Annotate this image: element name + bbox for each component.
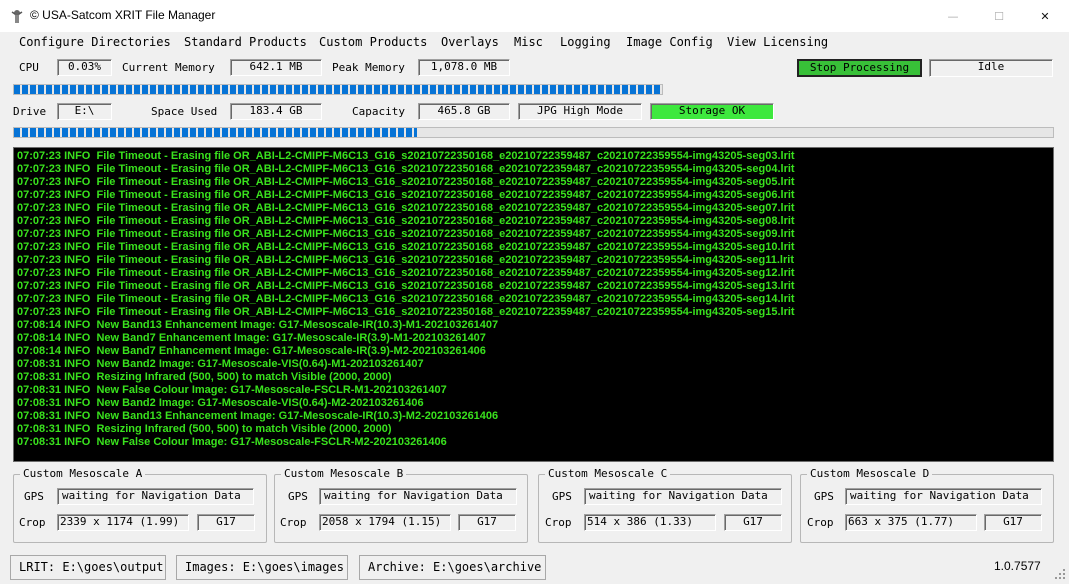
app-satellite-icon [11, 10, 23, 23]
log-line: 07:07:23 INFO File Timeout - Erasing fil… [17, 267, 795, 279]
log-line: 07:07:23 INFO File Timeout - Erasing fil… [17, 215, 795, 227]
minimize-button[interactable]: — [930, 0, 976, 32]
menu-custom-products[interactable]: Custom Products [319, 35, 427, 49]
menu-image-config[interactable]: Image Config [626, 35, 713, 49]
mesoscale-d-title: Custom Mesoscale D [807, 467, 933, 480]
menu-overlays[interactable]: Overlays [441, 35, 499, 49]
log-line: 07:08:14 INFO New Band7 Enhancement Imag… [17, 345, 486, 357]
maximize-icon: ☐ [994, 9, 1004, 23]
log-line: 07:07:23 INFO File Timeout - Erasing fil… [17, 293, 795, 305]
resize-grip-icon[interactable] [1054, 568, 1066, 580]
mesoscale-a-gps-label: GPS [24, 490, 44, 503]
log-line: 07:07:23 INFO File Timeout - Erasing fil… [17, 280, 795, 292]
storage-usage-fill [14, 128, 418, 137]
mesoscale-b-title: Custom Mesoscale B [281, 467, 407, 480]
mesoscale-c-crop-label: Crop [545, 516, 572, 529]
minimize-icon: — [947, 9, 959, 23]
menu-view-licensing[interactable]: View Licensing [727, 35, 828, 49]
mesoscale-d-crop-field[interactable]: 663 x 375 (1.77) [845, 514, 977, 531]
processing-status: Idle [929, 59, 1053, 77]
log-line: 07:08:31 INFO New False Colour Image: G1… [17, 384, 447, 396]
mesoscale-b-satellite[interactable]: G17 [458, 514, 516, 531]
menu-standard-products[interactable]: Standard Products [184, 35, 307, 49]
menu-logging[interactable]: Logging [560, 35, 611, 49]
title-bar: © USA-Satcom XRIT File Manager — ☐ ✕ [0, 0, 1069, 32]
log-line: 07:08:31 INFO New Band2 Image: G17-Mesos… [17, 358, 424, 370]
log-line: 07:08:31 INFO Resizing Infrared (500, 50… [17, 371, 392, 383]
mesoscale-b-gps-field[interactable]: waiting for Navigation Data [319, 488, 517, 505]
mesoscale-a-crop-label: Crop [19, 516, 46, 529]
stop-processing-button[interactable]: Stop Processing [797, 59, 922, 77]
mesoscale-c-gps-field[interactable]: waiting for Navigation Data [584, 488, 782, 505]
mesoscale-c-crop-field[interactable]: 514 x 386 (1.33) [584, 514, 716, 531]
mesoscale-a-crop-field[interactable]: 2339 x 1174 (1.99) [57, 514, 189, 531]
mesoscale-a-gps-field[interactable]: waiting for Navigation Data [57, 488, 254, 505]
cpu-value: 0.03% [57, 59, 112, 76]
log-line: 07:07:23 INFO File Timeout - Erasing fil… [17, 176, 795, 188]
mesoscale-a-title: Custom Mesoscale A [20, 467, 146, 480]
mesoscale-group-d: Custom Mesoscale D GPS waiting for Navig… [800, 467, 1054, 543]
mesoscale-group-b: Custom Mesoscale B GPS waiting for Navig… [274, 467, 528, 543]
capacity-value: 465.8 GB [418, 103, 510, 120]
log-line: 07:07:23 INFO File Timeout - Erasing fil… [17, 254, 794, 266]
peak-memory-label: Peak Memory [332, 61, 405, 74]
mesoscale-a-satellite[interactable]: G17 [197, 514, 255, 531]
log-line: 07:07:23 INFO File Timeout - Erasing fil… [17, 228, 795, 240]
current-memory-label: Current Memory [122, 61, 215, 74]
log-line: 07:07:23 INFO File Timeout - Erasing fil… [17, 189, 795, 201]
menu-configure-directories[interactable]: Configure Directories [19, 35, 171, 49]
mesoscale-b-gps-label: GPS [288, 490, 308, 503]
mesoscale-c-title: Custom Mesoscale C [545, 467, 671, 480]
space-used-label: Space Used [151, 105, 218, 118]
processing-progress-fill [14, 85, 662, 94]
log-line: 07:07:23 INFO File Timeout - Erasing fil… [17, 150, 795, 162]
storage-status: Storage OK [650, 103, 774, 120]
processing-progress-bar [13, 84, 663, 95]
mesoscale-c-gps-label: GPS [552, 490, 572, 503]
log-line: 07:08:14 INFO New Band13 Enhancement Ima… [17, 319, 499, 331]
log-line: 07:07:23 INFO File Timeout - Erasing fil… [17, 306, 795, 318]
space-used-value: 183.4 GB [230, 103, 322, 120]
drive-label: Drive [13, 105, 47, 118]
mesoscale-group-c: Custom Mesoscale C GPS waiting for Navig… [538, 467, 792, 543]
mesoscale-d-gps-field[interactable]: waiting for Navigation Data [845, 488, 1042, 505]
log-line: 07:07:23 INFO File Timeout - Erasing fil… [17, 163, 795, 175]
mesoscale-c-satellite[interactable]: G17 [724, 514, 782, 531]
current-memory-value: 642.1 MB [230, 59, 322, 76]
image-mode: JPG High Mode [518, 103, 642, 120]
log-line: 07:08:31 INFO New False Colour Image: G1… [17, 436, 447, 448]
mesoscale-d-gps-label: GPS [814, 490, 834, 503]
log-line: 07:08:14 INFO New Band7 Enhancement Imag… [17, 332, 486, 344]
mesoscale-d-satellite[interactable]: G17 [984, 514, 1042, 531]
menu-misc[interactable]: Misc [514, 35, 543, 49]
window-title: © USA-Satcom XRIT File Manager [30, 8, 216, 22]
drive-value: E:\ [57, 103, 112, 120]
mesoscale-b-crop-label: Crop [280, 516, 307, 529]
log-line: 07:07:23 INFO File Timeout - Erasing fil… [17, 241, 795, 253]
maximize-button[interactable]: ☐ [976, 0, 1022, 32]
log-line: 07:07:23 INFO File Timeout - Erasing fil… [17, 202, 795, 214]
log-line: 07:08:31 INFO Resizing Infrared (500, 50… [17, 423, 392, 435]
menu-bar: Configure Directories Standard Products … [0, 32, 1069, 52]
mesoscale-d-crop-label: Crop [807, 516, 834, 529]
storage-usage-bar [13, 127, 1054, 138]
capacity-label: Capacity [352, 105, 405, 118]
log-console[interactable]: 07:07:23 INFO File Timeout - Erasing fil… [13, 147, 1054, 462]
log-line: 07:08:31 INFO New Band13 Enhancement Ima… [17, 410, 499, 422]
close-icon: ✕ [1040, 9, 1050, 23]
cpu-label: CPU [19, 61, 39, 74]
mesoscale-b-crop-field[interactable]: 2058 x 1794 (1.15) [319, 514, 451, 531]
version-label: 1.0.7577 [994, 559, 1041, 573]
close-button[interactable]: ✕ [1022, 0, 1068, 32]
archive-path: Archive: E:\goes\archive [359, 555, 546, 580]
lrit-path: LRIT: E:\goes\output [10, 555, 166, 580]
peak-memory-value: 1,078.0 MB [418, 59, 510, 76]
images-path: Images: E:\goes\images [176, 555, 348, 580]
mesoscale-group-a: Custom Mesoscale A GPS waiting for Navig… [13, 467, 267, 543]
log-line: 07:08:31 INFO New Band2 Image: G17-Mesos… [17, 397, 424, 409]
